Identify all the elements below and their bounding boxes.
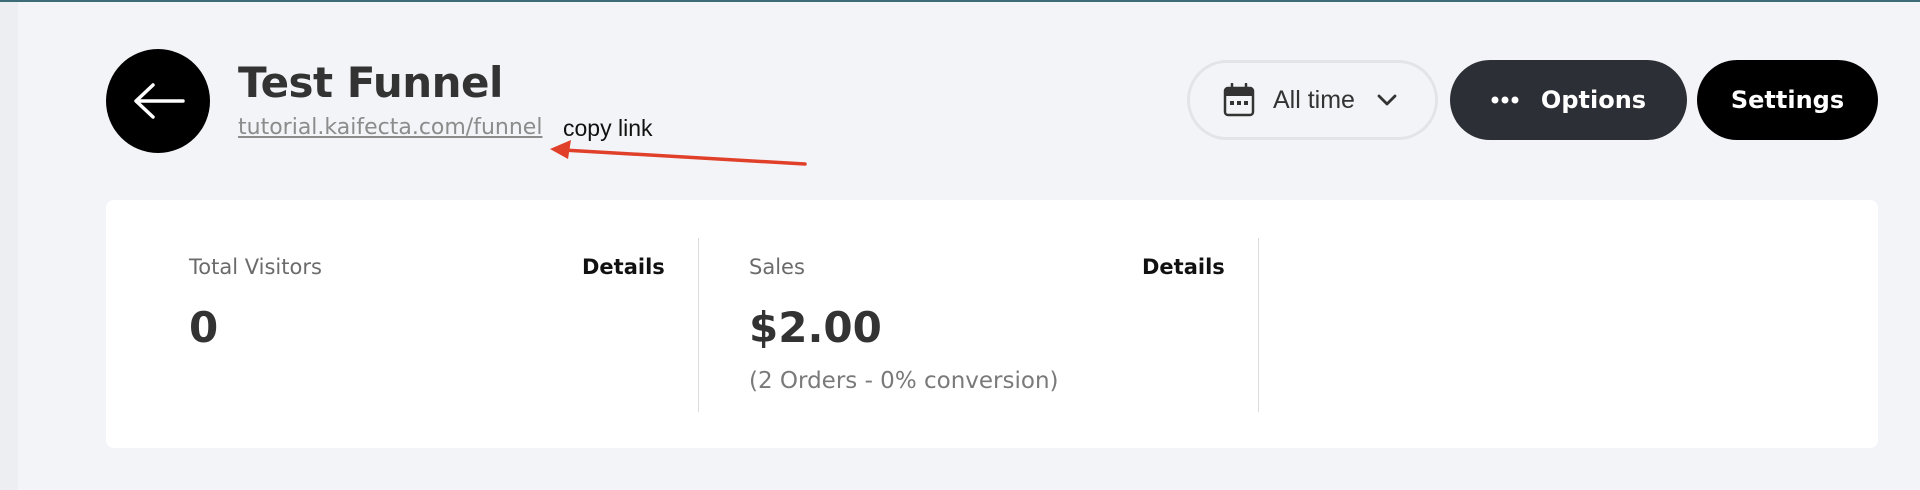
options-label: Options [1540,86,1647,114]
date-range-value: All time [1273,85,1355,114]
total-visitors-label: Total Visitors [189,255,322,279]
top-border [0,0,1920,2]
more-dots-icon [1491,96,1519,104]
page-title: Test Funnel [238,58,503,107]
calendar-icon [1223,83,1255,117]
stats-divider [698,238,699,412]
left-sidebar-edge [0,2,18,490]
arrow-left-icon [134,83,185,119]
settings-button[interactable]: Settings [1697,60,1878,140]
sales-details-link[interactable]: Details [1142,255,1225,279]
sales-value: $2.00 [749,303,882,352]
sales-orders-conversion: (2 Orders - 0% conversion) [749,368,1059,394]
annotation-arrow [550,140,807,166]
options-button[interactable]: Options [1450,60,1687,140]
total-visitors-value: 0 [189,303,219,352]
sales-label: Sales [749,255,805,279]
date-range-dropdown[interactable]: All time [1187,60,1438,140]
stats-divider [1258,238,1259,412]
chevron-down-icon [1377,93,1397,107]
back-button[interactable] [106,49,210,153]
total-visitors-details-link[interactable]: Details [582,255,665,279]
stats-card: Total Visitors Details 0 Sales Details $… [106,200,1878,448]
funnel-url-link[interactable]: tutorial.kaifecta.com/funnel [238,115,542,140]
